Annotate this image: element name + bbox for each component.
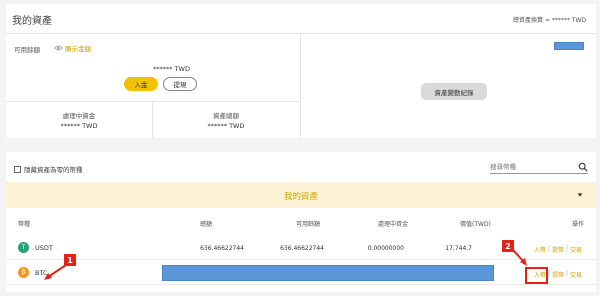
page-title: 我的資產 [12,16,52,27]
processing-funds-value: ****** TWD [60,122,98,130]
redaction-mask [162,265,494,281]
asset-summary-header: 我的資產 總資產換算 ≈ ****** TWD [6,4,596,34]
summary-divider-horizontal [6,101,300,102]
redaction-mask [554,42,584,50]
usdt-icon: T [18,242,29,253]
show-amount-label: 顯示金額 [65,45,91,53]
column-header-available: 可用餘額 [296,221,321,228]
btc-icon: ₿ [18,267,29,278]
withdraw-coin-link[interactable]: 提幣 [552,270,564,279]
deposit-button[interactable]: 入金 [124,77,158,91]
asset-summary-card: 我的資產 總資產換算 ≈ ****** TWD 可用餘額 顯示金額 ******… [6,4,596,138]
available-cell: 636.46622744 [280,245,324,252]
withdraw-button[interactable]: 提現 [163,77,197,91]
available-balance-value: ****** TWD [153,65,190,73]
processing-funds-stat: 處理中資金 ****** TWD [6,110,152,130]
trade-link[interactable]: 交易 [570,270,582,279]
coin-cell: T USDT [18,242,53,253]
separator: | [565,245,568,252]
annotation-arrow-1 [44,264,67,280]
my-assets-section-title: 我的資產 [283,192,318,202]
column-header-value: 價值(TWD) [460,221,491,228]
eye-icon [54,45,63,51]
value-cell: 17,744.7 [445,245,472,252]
coin-search [490,162,588,174]
annotation-arrow-2 [512,249,527,266]
my-assets-section-header[interactable]: 我的資產 [6,182,596,208]
total-asset-estimate: 總資產換算 ≈ ****** TWD [513,17,586,24]
total-assets-label: 資產總額 [213,112,239,120]
column-header-coin: 幣種 [18,221,31,228]
search-icon[interactable] [578,162,588,172]
column-header-total: 總額 [200,221,213,228]
separator: | [547,245,550,252]
total-cell: 636.46622744 [200,245,244,252]
processing-cell: 0.00000000 [367,245,404,252]
separator: | [547,270,550,277]
hide-zero-assets-toggle[interactable]: 隱藏資產為零的幣種 [14,164,83,174]
asset-list-card: 隱藏資產為零的幣種 我的資產 幣種 總額 可用餘額 處理中資金 價值(TWD) … [6,152,596,292]
annotation-highlight-box [525,267,548,284]
hide-zero-checkbox[interactable] [14,165,21,173]
total-assets-stat: 資產總額 ****** TWD [153,110,299,130]
summary-divider-vertical [300,34,301,138]
trade-link[interactable]: 交易 [570,245,582,254]
coin-search-input[interactable] [490,163,574,171]
processing-funds-label: 處理中資金 [62,112,96,120]
column-header-processing: 處理中資金 [378,221,409,228]
asset-history-button[interactable]: 資產變動紀錄 [421,83,487,100]
column-header-actions: 操作 [572,221,585,228]
show-amount-toggle[interactable]: 顯示金額 [54,43,91,53]
available-balance-label: 可用餘額 [14,46,40,54]
chevron-down-icon[interactable] [576,191,584,199]
table-row: ₿ BTC 入幣 | 提幣 | 交易 [6,261,596,285]
deposit-coin-link[interactable]: 入幣 [534,245,546,254]
separator: | [565,270,568,277]
row-actions: 入幣 | 提幣 | 交易 [534,245,582,254]
withdraw-coin-link[interactable]: 提幣 [552,245,564,254]
total-assets-value: ****** TWD [207,122,245,130]
coin-name: USDT [35,243,53,252]
hide-zero-label: 隱藏資產為零的幣種 [24,166,83,174]
